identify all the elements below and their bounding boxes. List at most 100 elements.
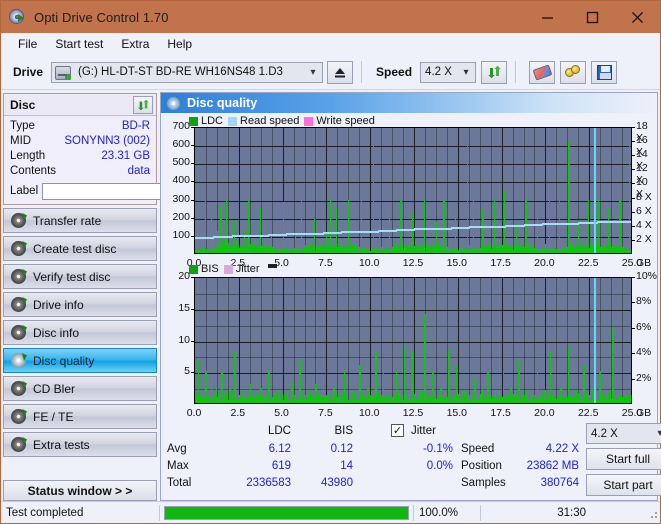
disc-icon <box>11 213 27 228</box>
menu-help[interactable]: Help <box>158 35 201 53</box>
sidebar-item-verify-test-disc[interactable]: Verify test disc <box>3 264 157 289</box>
legend-swatch <box>304 116 314 126</box>
maximize-button[interactable] <box>570 1 615 33</box>
y-axis-tick-label: 400 <box>172 174 190 187</box>
refresh-button[interactable] <box>481 60 508 84</box>
body: Disc Type BD-R MID SONYNN3 (002) Length … <box>1 91 661 501</box>
erase-icon <box>532 63 552 81</box>
erase-button[interactable] <box>529 60 556 84</box>
stats-row-total-label: Total <box>167 477 192 489</box>
disc-icon <box>11 381 27 396</box>
eject-button[interactable] <box>327 60 354 84</box>
position-stat-label: Position <box>461 460 502 472</box>
sidebar-item-cd-bler[interactable]: CD Bler <box>3 376 157 401</box>
jitter-label: Jitter <box>411 425 436 437</box>
tools-icon <box>565 65 581 79</box>
sidebar-item-create-test-disc[interactable]: Create test disc <box>3 236 157 261</box>
disc-row-mid-label: MID <box>10 135 32 147</box>
disc-panel-title: Disc <box>10 97 36 112</box>
menu-file[interactable]: File <box>9 35 46 53</box>
minimize-button[interactable] <box>525 1 570 33</box>
speed-select[interactable]: 4.2 X ▾ <box>420 61 477 83</box>
y-axis-tick-label: 20 <box>178 270 190 282</box>
speed-label: Speed <box>376 65 413 79</box>
app-icon <box>9 8 27 26</box>
sidebar-item-fe-te[interactable]: FE / TE <box>3 404 157 429</box>
stats-avg-bis: 0.12 <box>330 443 353 455</box>
disc-row-length-label: Length <box>10 150 46 162</box>
sidebar-item-label: Transfer rate <box>33 213 102 228</box>
stats-max-ldc: 619 <box>271 460 291 472</box>
disc-icon <box>11 297 27 312</box>
legend-item-ldc: LDC <box>189 115 223 127</box>
sidebar: Disc Type BD-R MID SONYNN3 (002) Length … <box>1 91 212 501</box>
legend-label: Jitter <box>235 263 260 275</box>
sidebar-item-disc-info[interactable]: Disc info <box>3 320 157 345</box>
position-stat-value: 23862 MB <box>526 460 579 472</box>
disc-row-mid-value: SONYNN3 (002) <box>64 135 150 147</box>
legend-label: Read speed <box>240 115 300 127</box>
x-axis-tick-label: 15.0 <box>446 407 468 419</box>
status-window-button[interactable]: Status window > > <box>3 480 157 501</box>
sidebar-item-extra-tests[interactable]: Extra tests <box>3 432 157 457</box>
y-axis-tick-label: 200 <box>172 210 190 223</box>
close-button[interactable] <box>615 1 660 33</box>
drive-select-value: (G:) HL-DT-ST BD-RE WH16NS48 1.D3 <box>78 66 283 78</box>
stats-max-bis: 14 <box>340 460 353 472</box>
y-axis-tick-label: 500 <box>172 156 190 169</box>
sidebar-item-drive-info[interactable]: Drive info <box>3 292 157 317</box>
sidebar-item-label: Disc quality <box>33 353 95 368</box>
sidebar-item-label: Disc info <box>33 325 80 340</box>
stats-total-ldc: 2336583 <box>246 477 291 489</box>
chart-ldc: LDC Read speed Write speed 100 200 300 4… <box>161 113 657 269</box>
stats-col-ldc: LDC <box>267 425 291 437</box>
disc-row-length-value: 23.31 GB <box>101 150 150 162</box>
disc-row-type: Type BD-R <box>10 119 150 134</box>
chevron-down-icon: ▾ <box>657 428 661 439</box>
y-axis-tick-label: 100 <box>172 228 190 241</box>
refresh-icon <box>137 99 149 110</box>
menu-extra[interactable]: Extra <box>112 35 158 53</box>
y2-axis-tick-label: 4 X <box>636 218 652 231</box>
sidebar-item-disc-quality[interactable]: Disc quality <box>3 348 157 373</box>
drive-select[interactable]: (G:) HL-DT-ST BD-RE WH16NS48 1.D3 ▾ <box>51 61 324 83</box>
save-button[interactable] <box>591 60 618 84</box>
main-panel: Disc quality LDC Read speed Write speed … <box>160 92 661 501</box>
y-axis-tick-label: 10 <box>178 333 190 346</box>
chart-bis: BIS Jitter 5 10 15 20 2% 4% 6% 8% 10% 0.0 2.5 5.0 7.… <box>161 263 657 419</box>
disc-row-type-label: Type <box>10 120 35 132</box>
chevron-down-icon: ▾ <box>310 66 316 78</box>
disc-icon <box>11 437 27 452</box>
start-part-button[interactable]: Start part <box>586 474 661 496</box>
speed-stat-value: 4.22 X <box>545 443 579 455</box>
resize-grip-icon <box>647 508 657 518</box>
progress-bar <box>164 505 409 520</box>
test-speed-select[interactable]: 4.2 X ▾ <box>586 423 661 444</box>
tools-button[interactable] <box>560 60 587 84</box>
y2-axis-tick-label: 4% <box>636 346 652 359</box>
sidebar-item-label: CD Bler <box>33 381 76 396</box>
refresh-icon <box>487 65 501 79</box>
sidebar-nav: Transfer rate Create test disc Verify te… <box>3 208 157 501</box>
legend-label: LDC <box>201 115 224 127</box>
chart-ldc-plot-wrap: 100 200 300 400 500 600 700 2 X4 X6 X8 X 10 X 12 … <box>161 113 657 269</box>
legend-swatch <box>223 264 233 274</box>
menu-start-test[interactable]: Start test <box>46 35 112 53</box>
sidebar-item-label: Create test disc <box>33 241 117 256</box>
legend-item-bis: BIS <box>189 263 219 275</box>
start-full-button[interactable]: Start full <box>586 448 661 470</box>
x-axis-tick-label: 2.5 <box>230 407 246 419</box>
toolbar-divider <box>515 61 517 83</box>
samples-stat-label: Samples <box>461 477 506 489</box>
jitter-checkbox[interactable]: ✓ <box>391 424 404 437</box>
y2-axis-tick-label: 6% <box>636 320 652 333</box>
chart-ldc-plot[interactable] <box>194 127 632 254</box>
legend-item-read-speed: Read speed <box>228 115 299 127</box>
y-axis-tick-label: 600 <box>172 138 190 151</box>
chart-bis-plot[interactable] <box>194 277 632 404</box>
legend-swatch <box>228 116 238 126</box>
disc-refresh-button[interactable] <box>133 95 153 114</box>
jitter-max-value: 0.0% <box>426 460 453 472</box>
sidebar-item-transfer-rate[interactable]: Transfer rate <box>3 208 157 233</box>
disc-icon <box>11 325 27 340</box>
